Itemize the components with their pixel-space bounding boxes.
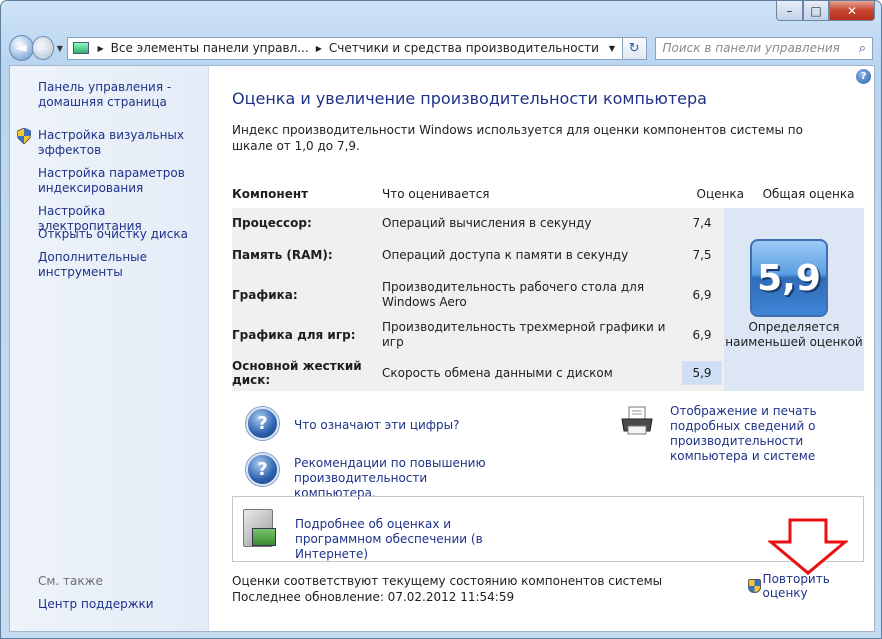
- breadcrumb-separator-icon[interactable]: ▶: [312, 44, 326, 53]
- header-score: Оценка: [696, 187, 744, 201]
- main-panel: ? Оценка и увеличение производительности…: [210, 66, 874, 631]
- header-rated: Что оценивается: [382, 187, 490, 201]
- sidebar-item-advanced-tools[interactable]: Дополнительные инструменты: [38, 250, 168, 280]
- question-icon: ?: [246, 407, 279, 440]
- uac-shield-icon: [17, 128, 31, 144]
- intro-text: Индекс производительности Windows исполь…: [232, 123, 803, 153]
- table-header: Компонент Что оценивается Оценка Общая о…: [232, 180, 864, 208]
- refresh-button[interactable]: ↻: [622, 36, 647, 60]
- row-component: Память (RAM):: [232, 248, 333, 262]
- sidebar-support-center[interactable]: Центр поддержки: [38, 597, 198, 612]
- window-frame: – □ ✕ ◄ ► ▼ ▶ Все элементы панели управл…: [0, 0, 882, 639]
- address-bar[interactable]: ▶ Все элементы панели управл... ▶ Счетчи…: [67, 36, 623, 60]
- see-also-label: См. также: [38, 574, 103, 588]
- recent-pages-dropdown[interactable]: ▼: [54, 44, 65, 53]
- red-arrow-icon: [768, 518, 848, 575]
- printer-icon: [621, 406, 653, 435]
- row-description: Операций вычисления в секунду: [382, 215, 592, 230]
- sidebar-home-link[interactable]: Панель управления - домашняя страница: [38, 80, 188, 110]
- last-update: Последнее обновление: 07.02.2012 11:54:5…: [232, 590, 515, 604]
- window-controls: – □ ✕: [776, 1, 875, 21]
- row-score-lowest: 5,9: [682, 361, 722, 385]
- rerun-assessment-link[interactable]: Повторить оценку: [748, 572, 874, 600]
- what-numbers-link[interactable]: Что означают эти цифры?: [294, 418, 460, 433]
- base-score-panel: 5,9 Определяется наименьшей оценкой: [724, 208, 864, 391]
- print-details-link[interactable]: Отображение и печать подробных сведений …: [670, 404, 870, 464]
- close-button[interactable]: ✕: [829, 1, 875, 21]
- navigation-bar: ◄ ► ▼ ▶ Все элементы панели управл... ▶ …: [9, 34, 873, 62]
- help-icon[interactable]: ?: [856, 69, 871, 84]
- header-component: Компонент: [232, 187, 309, 201]
- content-area: Панель управления - домашняя страница На…: [9, 65, 875, 632]
- forward-button[interactable]: ►: [31, 36, 55, 60]
- row-component: Графика для игр:: [232, 328, 356, 342]
- table-row: Процессор: Операций вычисления в секунду…: [232, 211, 722, 235]
- row-description: Производительность рабочего стола для Wi…: [382, 280, 645, 309]
- row-description: Скорость обмена данными с диском: [382, 365, 613, 380]
- sidebar-item-visual-effects[interactable]: Настройка визуальных эффектов: [38, 128, 188, 158]
- row-score: 7,5: [692, 248, 712, 262]
- row-description: Производительность трехмерной графики и …: [382, 320, 666, 349]
- control-panel-icon: [73, 42, 90, 54]
- software-icon: [243, 509, 276, 547]
- learn-more-link[interactable]: Подробнее об оценках и программном обесп…: [295, 517, 535, 562]
- row-description: Операций доступа к памяти в секунду: [382, 247, 629, 262]
- row-score: 6,9: [692, 288, 712, 302]
- uac-shield-icon: [748, 579, 761, 593]
- breadcrumb-all-items[interactable]: Все элементы панели управл...: [108, 41, 312, 55]
- page-title: Оценка и увеличение производительности к…: [232, 89, 707, 108]
- rerun-label[interactable]: Повторить оценку: [763, 572, 874, 600]
- header-base-score: Общая оценка: [762, 187, 855, 201]
- sidebar-item-indexing[interactable]: Настройка параметров индексирования: [38, 166, 188, 196]
- status-text: Оценки соответствуют текущему состоянию …: [232, 573, 662, 605]
- maximize-button[interactable]: □: [803, 1, 829, 21]
- performance-tips-link[interactable]: Рекомендации по повышению производительн…: [294, 456, 494, 501]
- table-row: Графика: Производительность рабочего сто…: [232, 277, 722, 313]
- table-row: Память (RAM): Операций доступа к памяти …: [232, 237, 722, 273]
- minimize-button[interactable]: –: [776, 1, 803, 21]
- breadcrumb-performance[interactable]: Счетчики и средства производительности: [326, 41, 602, 55]
- table-body: Процессор: Операций вычисления в секунду…: [232, 208, 864, 391]
- row-score: 6,9: [692, 328, 712, 342]
- row-score: 7,4: [692, 216, 712, 230]
- status-current: Оценки соответствуют текущему состоянию …: [232, 574, 663, 588]
- base-score-badge: 5,9: [750, 239, 828, 317]
- search-input[interactable]: Поиск в панели управления ⌕: [654, 36, 873, 60]
- address-dropdown-icon[interactable]: ▼: [602, 44, 622, 53]
- base-score-note: Определяется наименьшей оценкой: [725, 320, 863, 349]
- search-icon[interactable]: ⌕: [859, 41, 866, 56]
- row-component: Основной жесткий диск:: [232, 359, 362, 387]
- breadcrumb-separator-icon[interactable]: ▶: [93, 44, 107, 53]
- sidebar-item-disk-cleanup[interactable]: Открыть очистку диска: [38, 227, 198, 242]
- score-table: Компонент Что оценивается Оценка Общая о…: [232, 180, 864, 391]
- search-placeholder: Поиск в панели управления: [662, 41, 840, 55]
- question-icon: ?: [246, 453, 279, 486]
- sidebar: Панель управления - домашняя страница На…: [10, 66, 209, 631]
- row-component: Процессор:: [232, 216, 312, 230]
- table-row: Основной жесткий диск: Скорость обмена д…: [232, 357, 722, 389]
- row-component: Графика:: [232, 288, 298, 302]
- back-button[interactable]: ◄: [9, 35, 34, 61]
- table-row: Графика для игр: Производительность трех…: [232, 317, 722, 353]
